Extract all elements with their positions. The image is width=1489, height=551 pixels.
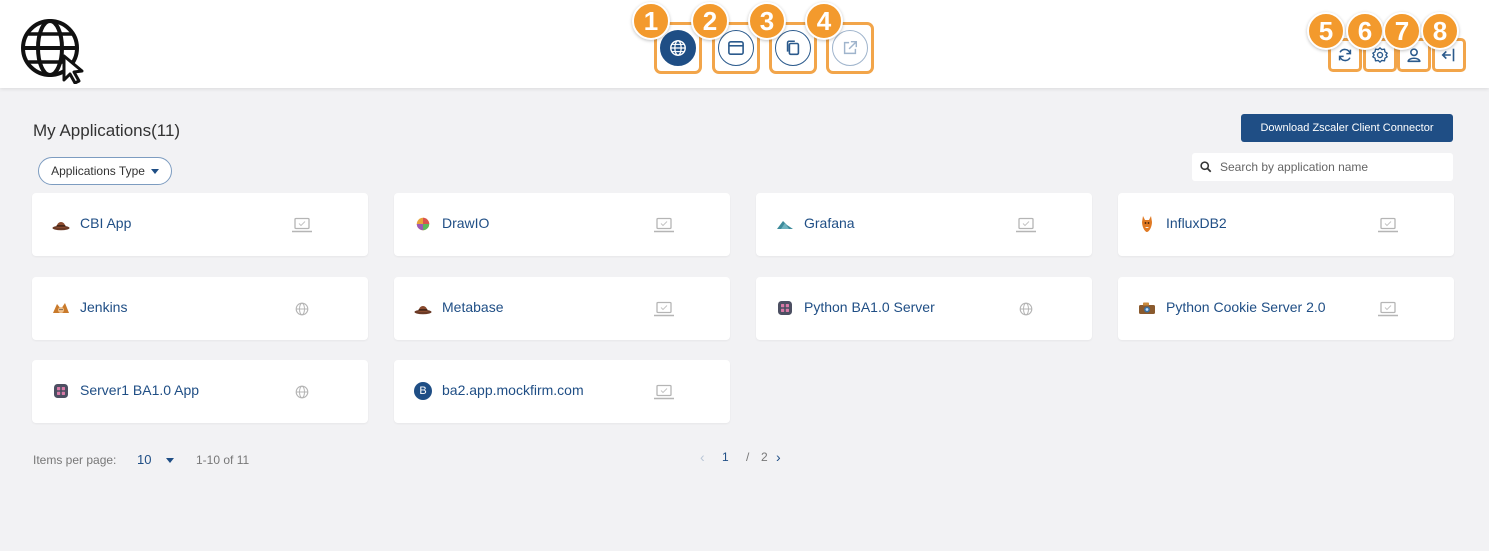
- callout-badge-2: 2: [691, 2, 729, 40]
- app-name: InfluxDB2: [1166, 215, 1227, 231]
- laptop-icon: [1014, 215, 1038, 235]
- app-name: Server1 BA1.0 App: [80, 382, 200, 398]
- nav-copy-circle: [775, 30, 811, 66]
- server-icon: [776, 299, 794, 317]
- letter-b-avatar: B: [414, 382, 432, 400]
- laptop-icon: [1376, 215, 1400, 235]
- globe-cursor-logo-icon[interactable]: [20, 18, 88, 85]
- app-card-jenkins[interactable]: Jenkins: [32, 277, 368, 340]
- nav-applications-circle: [660, 30, 696, 66]
- camera-icon: [1138, 299, 1156, 317]
- app-card-metabase[interactable]: Metabase: [394, 277, 730, 340]
- filter-label: Applications Type: [51, 164, 145, 178]
- page-title: My Applications(11): [33, 121, 181, 140]
- browser-window-icon: [728, 40, 744, 56]
- app-card-grafana[interactable]: Grafana: [756, 193, 1092, 256]
- nav-external-circle: [832, 30, 868, 66]
- callout-badge-4: 4: [805, 2, 843, 40]
- callout-badge-7: 7: [1383, 12, 1421, 50]
- app-card-python-cookie-server[interactable]: Python Cookie Server 2.0: [1118, 277, 1454, 340]
- external-link-icon: [843, 40, 858, 55]
- server-icon: [52, 382, 70, 400]
- app-card-python-ba1-server[interactable]: Python BA1.0 Server: [756, 277, 1092, 340]
- next-page-chevron-icon[interactable]: ›: [776, 449, 781, 465]
- nav-browser-circle: [718, 30, 754, 66]
- hat-icon: [414, 299, 432, 317]
- app-card-drawio[interactable]: DrawIO: [394, 193, 730, 256]
- search-input[interactable]: [1220, 160, 1440, 174]
- app-name: Metabase: [442, 299, 504, 315]
- app-name: Jenkins: [80, 299, 128, 315]
- hat-icon: [52, 215, 70, 233]
- search-box[interactable]: [1192, 153, 1453, 181]
- caret-down-icon: [150, 168, 159, 174]
- app-name: Python BA1.0 Server: [804, 299, 935, 315]
- app-name: DrawIO: [442, 215, 490, 231]
- globe-icon: [290, 382, 314, 402]
- app-card-ba2-mockfirm[interactable]: B ba2.app.mockfirm.com: [394, 360, 730, 423]
- copy-icon: [786, 40, 800, 56]
- callout-badge-8: 8: [1421, 12, 1459, 50]
- app-name: CBI App: [80, 215, 132, 231]
- jenkins-icon: [52, 299, 70, 317]
- globe-icon: [670, 40, 686, 56]
- items-per-page-select[interactable]: 10: [137, 452, 151, 467]
- items-range: 1-10 of 11: [196, 453, 250, 467]
- app-name: ba2.app.mockfirm.com: [442, 382, 584, 398]
- gear-icon: [1372, 47, 1388, 63]
- app-name: Python Cookie Server 2.0: [1166, 299, 1326, 315]
- grafana-icon: [776, 215, 794, 233]
- callout-badge-6: 6: [1346, 12, 1384, 50]
- total-pages: 2: [761, 450, 768, 464]
- page-separator: /: [746, 450, 750, 464]
- app-card-server1-ba1-app[interactable]: Server1 BA1.0 App: [32, 360, 368, 423]
- applications-type-filter[interactable]: Applications Type: [38, 157, 172, 185]
- prev-page-chevron-icon[interactable]: ‹: [700, 449, 705, 465]
- app-card-cbi-app[interactable]: CBI App: [32, 193, 368, 256]
- download-client-connector-button[interactable]: Download Zscaler Client Connector: [1241, 114, 1453, 142]
- current-page[interactable]: 1: [722, 450, 729, 464]
- app-card-influxdb2[interactable]: InfluxDB2: [1118, 193, 1454, 256]
- laptop-icon: [290, 215, 314, 235]
- laptop-icon: [652, 382, 676, 402]
- fox-icon: [1138, 215, 1156, 233]
- refresh-icon: [1338, 48, 1352, 62]
- drawio-icon: [414, 215, 432, 233]
- callout-badge-5: 5: [1307, 12, 1345, 50]
- letter-b-icon: B: [414, 382, 432, 400]
- laptop-icon: [652, 299, 676, 319]
- callout-badge-3: 3: [748, 2, 786, 40]
- app-name: Grafana: [804, 215, 855, 231]
- globe-icon: [1014, 299, 1038, 319]
- caret-down-icon[interactable]: [166, 458, 174, 463]
- callout-badge-1: 1: [632, 2, 670, 40]
- laptop-icon: [1376, 299, 1400, 319]
- search-icon: [1200, 161, 1212, 173]
- items-per-page-label: Items per page:: [33, 453, 117, 467]
- laptop-icon: [652, 215, 676, 235]
- globe-icon: [290, 299, 314, 319]
